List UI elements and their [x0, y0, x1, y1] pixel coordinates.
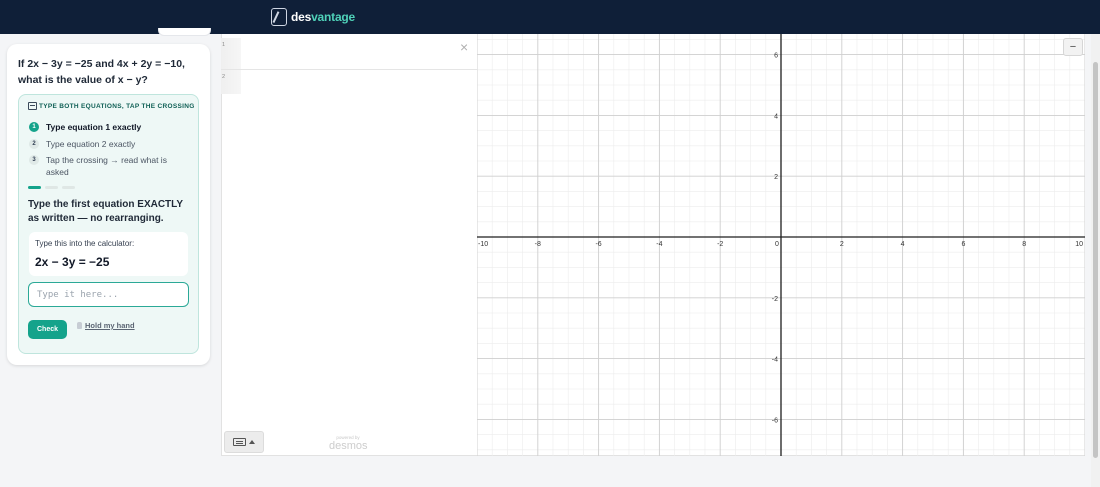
y-tick-label: 4	[774, 113, 778, 120]
x-tick-label: -4	[656, 241, 662, 248]
x-tick-label: -6	[595, 241, 601, 248]
x-tick-label: -2	[717, 241, 723, 248]
x-tick-label: 4	[901, 241, 905, 248]
y-tick-label: -4	[772, 357, 778, 364]
question-text: If 2x − 3y = −25 and 4x + 2y = −10, what…	[18, 58, 185, 86]
y-tick-label: -2	[772, 296, 778, 303]
hand-icon	[75, 321, 84, 330]
step-item-3: 3 Tap the crossing → read what is asked	[29, 154, 174, 178]
progress-segment	[45, 186, 58, 189]
progress-segment	[62, 186, 75, 189]
expression-index: 2	[222, 74, 226, 80]
step-label: Type equation 2 exactly	[46, 139, 136, 149]
step-item-1: 1 Type equation 1 exactly	[29, 121, 189, 133]
y-tick-label: -6	[772, 417, 778, 424]
logo-text: desvantage	[291, 10, 356, 24]
keyboard-toggle-button[interactable]	[224, 431, 264, 453]
x-tick-label: 6	[961, 241, 965, 248]
hint-label: Type this into the calculator:	[35, 239, 135, 248]
answer-input[interactable]	[28, 282, 189, 307]
graph-canvas[interactable]: -10 -8 -6 -4 -2 0 2 4 6 8 10 6 4 2 -2 -4 -6	[477, 34, 1085, 456]
close-icon[interactable]: ×	[460, 40, 468, 54]
hold-my-hand-label: Hold my hand	[85, 321, 135, 330]
desmos-wordmark: desmos	[329, 440, 368, 452]
step-instruction: Type the first equation EXACTLY as writt…	[28, 199, 183, 224]
app-logo[interactable]: desvantage	[271, 7, 355, 27]
hold-my-hand-link[interactable]: Hold my hand	[75, 321, 135, 330]
step-label: Tap the crossing → read what is asked	[46, 155, 167, 177]
step-label: Type equation 1 exactly	[46, 122, 142, 132]
expression-row-1[interactable]	[221, 38, 477, 70]
progress-segment	[28, 186, 41, 189]
expression-row-2[interactable]	[221, 71, 477, 103]
x-tick-label: 0	[775, 241, 779, 248]
scrollbar-thumb[interactable]	[1093, 62, 1098, 458]
y-tick-label: 6	[774, 53, 778, 60]
coach-heading: TYPE BOTH EQUATIONS, TAP THE CROSSING	[28, 102, 195, 110]
x-tick-label: -10	[478, 241, 488, 248]
step-number: 3	[29, 155, 39, 165]
expression-index: 1	[222, 42, 226, 48]
graph-svg: -10 -8 -6 -4 -2 0 2 4 6 8 10 6 4 2 -2 -4 -6	[477, 34, 1085, 456]
caret-up-icon	[249, 440, 255, 444]
step-number: 2	[29, 139, 39, 149]
panel-tab[interactable]	[158, 28, 211, 36]
x-tick-label: -8	[535, 241, 541, 248]
coach-heading-text: TYPE BOTH EQUATIONS, TAP THE CROSSING	[39, 102, 195, 110]
zoom-out-button[interactable]: −	[1063, 38, 1083, 56]
x-tick-label: 10	[1075, 241, 1083, 248]
keyboard-icon	[233, 438, 246, 446]
powered-by-desmos[interactable]: powered by desmos	[329, 434, 368, 452]
step-progress	[28, 186, 75, 189]
logo-icon	[271, 8, 287, 26]
hint-equation: 2x − 3y = −25	[35, 255, 110, 269]
x-tick-label: 8	[1022, 241, 1026, 248]
step-number: 1	[29, 122, 39, 132]
step-item-2: 2 Type equation 2 exactly	[29, 138, 189, 150]
x-tick-label: 2	[840, 241, 844, 248]
calculator-icon	[28, 102, 37, 110]
check-button[interactable]: Check	[28, 320, 67, 339]
y-tick-label: 2	[774, 174, 778, 181]
